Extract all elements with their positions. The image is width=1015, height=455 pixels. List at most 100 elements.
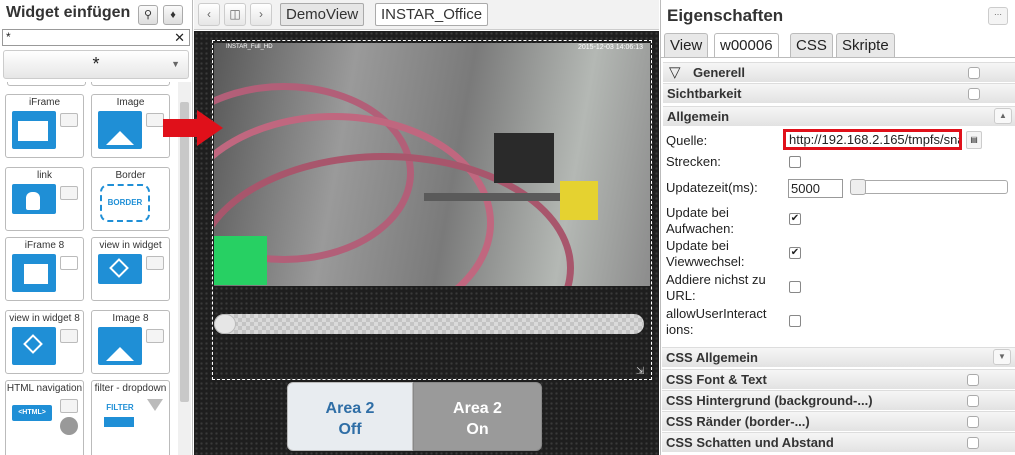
addiere-checkbox[interactable] xyxy=(789,281,801,293)
widget-tile-view-in-widget[interactable]: view in widget xyxy=(91,237,170,301)
section-css-background[interactable]: CSS Hintergrund (background-...) xyxy=(662,390,1015,410)
chevron-down-icon[interactable]: ▼ xyxy=(993,349,1011,365)
section-label: CSS Schatten und Abstand xyxy=(666,435,834,450)
chevron-right-icon[interactable]: › xyxy=(250,3,272,26)
widget-tile-filter-dropdown[interactable]: filter - dropdown FILTER xyxy=(91,380,170,455)
section-label: CSS Allgemein xyxy=(666,350,758,365)
image-slider[interactable] xyxy=(214,314,644,334)
section-allgemein[interactable]: Allgemein ▲ xyxy=(663,106,1015,126)
section-label: Sichtbarkeit xyxy=(667,86,742,101)
area2-on-button[interactable]: Area 2 On xyxy=(413,382,542,451)
section-css-font[interactable]: CSS Font & Text xyxy=(662,369,1015,389)
section-css-border[interactable]: CSS Ränder (border-...) xyxy=(662,411,1015,431)
widget-tile[interactable] xyxy=(7,82,86,86)
section-checkbox[interactable] xyxy=(967,395,979,407)
update-aufwachen-label: Update bei Aufwachen: xyxy=(666,205,734,236)
red-arrow-annotation xyxy=(163,110,223,146)
section-checkbox[interactable] xyxy=(967,437,979,449)
filter-input[interactable]: * ✕ xyxy=(2,29,190,46)
widget-tile-iframe8[interactable]: iFrame 8 xyxy=(5,237,84,301)
tile-label: filter - dropdown xyxy=(94,383,167,394)
strecken-label: Strecken: xyxy=(666,154,721,169)
section-css-shadow[interactable]: CSS Schatten und Abstand xyxy=(662,432,1015,452)
update-viewwechsel-checkbox[interactable]: ✔ xyxy=(789,247,801,259)
tab-view[interactable]: View xyxy=(664,33,709,57)
image-placeholder-icon xyxy=(60,399,78,413)
image8-icon xyxy=(98,327,142,365)
updatezeit-input[interactable]: 5000 xyxy=(788,179,843,198)
button-line1: Area 2 xyxy=(325,400,375,417)
monitor-icon xyxy=(60,329,78,343)
widget-palette-panel: Widget einfügen ⚲ ♦ * ✕ * ▼ iFrame Image… xyxy=(0,0,193,455)
view-in-widget-icon xyxy=(98,254,142,284)
quelle-input[interactable]: http://192.168.2.165/tmpfs/snap.jpg xyxy=(783,129,962,150)
section-generell[interactable]: Generell ▽ xyxy=(663,62,1015,82)
panel-menu-icon[interactable]: ⋯ xyxy=(988,7,1008,25)
widget-tile-link[interactable]: link xyxy=(5,167,84,231)
section-checkbox[interactable] xyxy=(968,88,980,100)
tile-label: iFrame 8 xyxy=(24,240,65,251)
trash-icon[interactable]: ◫ xyxy=(224,3,246,26)
widget-tile-list: iFrame Image link Border BORDER iFrame 8… xyxy=(0,82,178,455)
iframe-icon xyxy=(12,111,56,149)
view-toolbar: ‹ ◫ › DemoView INSTAR_Office xyxy=(194,0,659,30)
widget-tile[interactable] xyxy=(91,82,170,86)
chevron-left-icon[interactable]: ‹ xyxy=(198,3,220,26)
file-browse-icon[interactable]: ▤ xyxy=(966,131,982,149)
clear-filter-icon[interactable]: ✕ xyxy=(174,30,185,45)
widget-tile-image8[interactable]: Image 8 xyxy=(91,310,170,374)
palette-title: Widget einfügen xyxy=(6,4,131,21)
section-sichtbarkeit[interactable]: Sichtbarkeit xyxy=(663,83,1015,103)
strecken-checkbox[interactable] xyxy=(789,156,801,168)
monitor-shape xyxy=(494,133,554,183)
tile-label: link xyxy=(36,170,52,181)
quelle-label: Quelle: xyxy=(666,133,708,148)
windows-icon xyxy=(60,256,78,270)
filter-icon: ▽ xyxy=(669,64,681,81)
resize-handle-icon[interactable]: ⇲ xyxy=(636,366,644,377)
widget-set-value: * xyxy=(92,54,100,74)
tile-label: view in widget 8 xyxy=(9,313,80,324)
slider-knob[interactable] xyxy=(214,314,236,334)
widget-set-select[interactable]: * ▼ xyxy=(3,50,189,79)
section-label: CSS Font & Text xyxy=(666,372,767,387)
image-placeholder-icon xyxy=(146,113,164,127)
camera-snapshot-image xyxy=(214,43,650,286)
section-checkbox[interactable] xyxy=(968,67,980,79)
widget-tile-border[interactable]: Border BORDER xyxy=(91,167,170,231)
widget-tile-view-in-widget8[interactable]: view in widget 8 xyxy=(5,310,84,374)
scrollbar-thumb[interactable] xyxy=(180,102,189,402)
tab-css[interactable]: CSS xyxy=(790,33,833,57)
view-tab-instar-office[interactable]: INSTAR_Office xyxy=(375,3,489,26)
allow-user-interactions-checkbox[interactable] xyxy=(789,315,801,327)
tag-icon[interactable]: ♦ xyxy=(163,5,183,25)
widget-tile-html-navigation[interactable]: HTML navigation <HTML> xyxy=(5,380,84,455)
updatezeit-slider[interactable] xyxy=(850,179,1008,195)
section-checkbox[interactable] xyxy=(967,374,979,386)
updatezeit-label: Updatezeit(ms): xyxy=(666,180,758,195)
link-icon xyxy=(12,184,56,214)
image-icon xyxy=(98,111,142,149)
yellow-area-marker xyxy=(560,181,598,220)
update-aufwachen-checkbox[interactable]: ✔ xyxy=(789,213,801,225)
tab-skripte[interactable]: Skripte xyxy=(836,33,895,57)
tile-label: Image xyxy=(116,97,145,108)
area2-off-button[interactable]: Area 2 Off xyxy=(287,382,413,451)
tab-widget-id[interactable]: w00006 xyxy=(714,33,779,57)
slider-knob[interactable] xyxy=(850,179,866,195)
section-checkbox[interactable] xyxy=(967,416,979,428)
section-label: Allgemein xyxy=(667,109,730,124)
search-icon[interactable]: ⚲ xyxy=(138,5,158,25)
view-in-widget8-icon xyxy=(12,327,56,365)
tile-label: view in widget xyxy=(99,240,162,251)
green-area-marker xyxy=(214,236,267,285)
chevron-down-icon: ▼ xyxy=(171,59,180,69)
section-css-allgemein[interactable]: CSS Allgemein ▼ xyxy=(662,347,1015,367)
widget-tile-iframe[interactable]: iFrame xyxy=(5,94,84,158)
view-tab-demoview[interactable]: DemoView xyxy=(280,3,365,26)
widget-tile-image[interactable]: Image xyxy=(91,94,170,158)
button-line2: On xyxy=(466,421,489,438)
allow-user-interactions-label: allowUserInteract ions: xyxy=(666,306,767,337)
windows-icon xyxy=(146,329,164,343)
chevron-up-icon[interactable]: ▲ xyxy=(994,108,1012,124)
